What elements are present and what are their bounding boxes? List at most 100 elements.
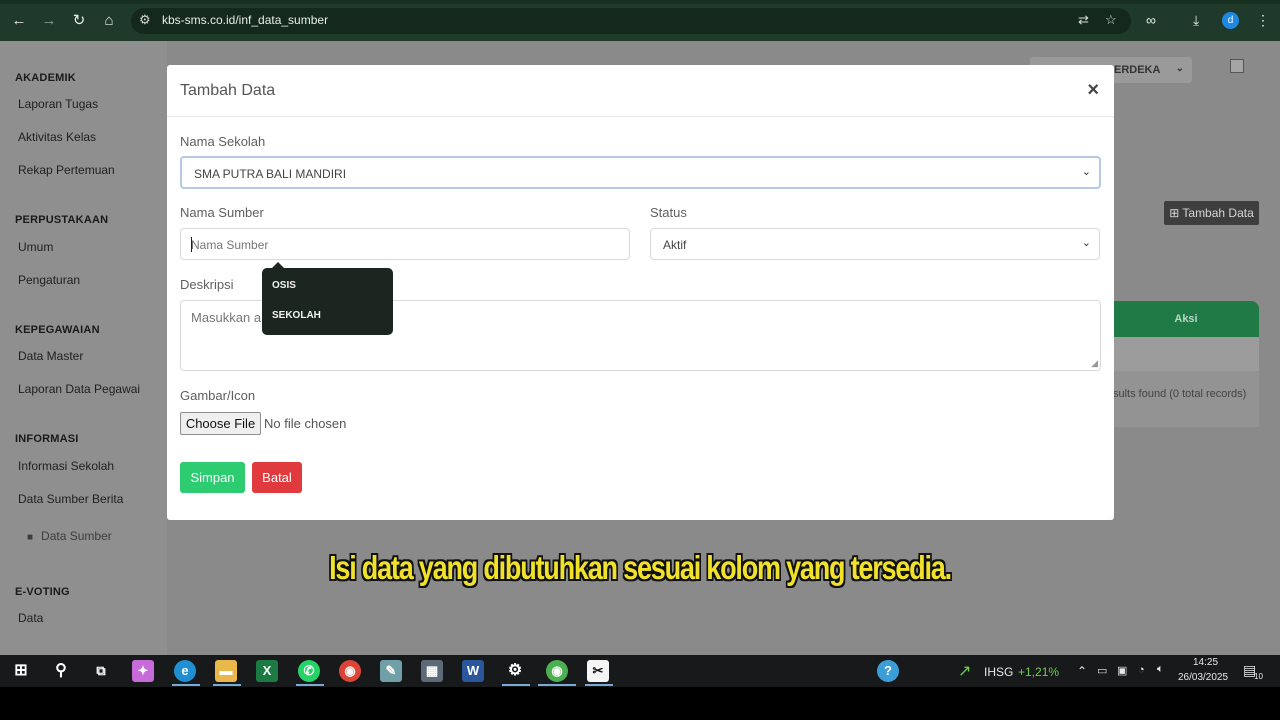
link-icon[interactable]: ∞ xyxy=(1146,12,1156,28)
sidebar-item-laporan-tugas[interactable]: Laporan Tugas xyxy=(18,97,98,111)
autocomplete-option-sekolah[interactable]: SEKOLAH xyxy=(272,310,321,321)
site-settings-icon[interactable]: ⚙ xyxy=(139,12,151,28)
sidebar-item-informasi-sekolah[interactable]: Informasi Sekolah xyxy=(18,459,114,473)
search-icon[interactable]: ⚲ xyxy=(50,660,72,682)
tambah-data-label: Tambah Data xyxy=(1182,206,1254,220)
stock-chart-icon: ↗ xyxy=(958,663,972,680)
school-year-select-label: ERDEKA xyxy=(1114,64,1161,76)
sidebar-item-data[interactable]: Data xyxy=(18,611,43,625)
sidebar-section-akademik: AKADEMIK xyxy=(15,72,76,84)
menu-icon[interactable]: ⋮ xyxy=(1256,12,1270,29)
download-icon[interactable]: ⤓ xyxy=(1193,12,1199,29)
video-subtitle: Isi data yang dibutuhkan sesuai kolom ya… xyxy=(329,549,952,586)
nama-sumber-placeholder: Nama Sumber xyxy=(191,238,269,252)
autocomplete-dropdown: OSIS SEKOLAH xyxy=(262,262,393,335)
nama-sumber-label: Nama Sumber xyxy=(180,205,264,220)
file-status-text: No file chosen xyxy=(264,416,347,431)
chrome-icon[interactable]: ◉ xyxy=(339,660,361,682)
whatsapp-icon[interactable]: ✆ xyxy=(298,660,320,682)
nama-sekolah-value: SMA PUTRA BALI MANDIRI xyxy=(194,167,347,181)
sidebar-section-e-voting: E-VOTING xyxy=(15,586,70,598)
sidebar-item-rekap-pertemuan[interactable]: Rekap Pertemuan xyxy=(18,163,115,177)
translate-icon[interactable]: ⇄ xyxy=(1078,12,1089,28)
sidebar-item-data-sumber-berita[interactable]: Data Sumber Berita xyxy=(18,492,123,506)
status-select[interactable]: Aktif ⌄ xyxy=(650,228,1100,260)
trash-icon: ■ xyxy=(27,532,34,543)
ihsg-label: IHSG xyxy=(984,665,1014,679)
sidebar-item-aktivitas-kelas[interactable]: Aktivitas Kelas xyxy=(18,130,96,144)
windows-start-icon[interactable]: ⊞ xyxy=(10,660,32,682)
autocomplete-option-osis[interactable]: OSIS xyxy=(272,280,296,291)
reload-icon[interactable]: ↻ xyxy=(70,12,88,30)
status-value: Aktif xyxy=(663,238,687,252)
batal-button[interactable]: Batal xyxy=(252,462,302,493)
sidebar-subitem-data-sumber[interactable]: ■ Data Sumber xyxy=(27,529,112,543)
home-icon[interactable]: ⌂ xyxy=(100,12,118,30)
explorer-running-indicator xyxy=(213,684,241,686)
chevron-down-icon: ⌄ xyxy=(1081,166,1091,178)
deskripsi-label: Deskripsi xyxy=(180,277,234,292)
volume-icon[interactable]: 🔈︎ xyxy=(1157,663,1164,676)
settings-gear-icon[interactable]: ⚙ xyxy=(504,660,526,682)
nama-sekolah-label: Nama Sekolah xyxy=(180,134,266,149)
back-icon[interactable]: ← xyxy=(10,12,28,30)
modal-header: Tambah Data × xyxy=(167,65,1114,117)
deskripsi-placeholder: Masukkan a xyxy=(191,310,262,325)
address-bar[interactable]: ⚙ kbs-sms.co.id/inf_data_sumber ⇄ ☆ xyxy=(131,8,1131,34)
notification-count: 10 xyxy=(1254,672,1263,681)
resize-grip-icon[interactable]: ◢ xyxy=(1091,358,1098,369)
table-header-aksi: Aksi xyxy=(1113,301,1259,337)
word-icon[interactable]: W xyxy=(462,660,484,682)
capcut-icon[interactable]: ✂ xyxy=(587,660,609,682)
copilot-icon[interactable]: ✦ xyxy=(132,660,154,682)
sidebar-section-kepegawaian: KEPEGAWAIAN xyxy=(15,324,100,336)
battery-icon[interactable]: ▭ xyxy=(1097,664,1107,677)
edge-running-indicator xyxy=(172,684,200,686)
chrome-profile-icon[interactable]: ◉ xyxy=(546,660,568,682)
url-text: kbs-sms.co.id/inf_data_sumber xyxy=(162,13,329,27)
sidebar-item-pengaturan[interactable]: Pengaturan xyxy=(18,273,80,287)
whatsapp-running-indicator xyxy=(296,684,324,686)
letterbox-bar xyxy=(0,687,1280,720)
sidebar-subitem-label: Data Sumber xyxy=(41,529,112,543)
choose-file-button[interactable]: Choose File xyxy=(180,412,261,435)
sidebar-item-data-master[interactable]: Data Master xyxy=(18,349,83,363)
ihsg-change: +1,21% xyxy=(1018,665,1060,679)
sidebar-item-umum[interactable]: Umum xyxy=(18,240,53,254)
close-icon[interactable]: × xyxy=(1087,79,1099,102)
sidebar-section-perpustakaan: PERPUSTAKAAN xyxy=(15,214,109,226)
wifi-icon[interactable]: ◔ xyxy=(1138,664,1145,676)
notepad-icon[interactable]: ✎ xyxy=(380,660,402,682)
table-filter-row xyxy=(1113,337,1259,371)
tab-strip xyxy=(0,0,1280,4)
modal-title: Tambah Data xyxy=(180,82,276,99)
results-count-text: sults found (0 total records) xyxy=(1113,388,1247,400)
help-icon[interactable]: ? xyxy=(877,660,899,682)
table-empty-state: sults found (0 total records) xyxy=(1113,371,1259,427)
tambah-data-button[interactable]: ⊞ Tambah Data xyxy=(1164,201,1259,225)
sidebar-item-laporan-data-pegawai[interactable]: Laporan Data Pegawai xyxy=(18,382,140,396)
clock-date[interactable]: 26/03/2025 xyxy=(1178,672,1228,683)
simpan-button[interactable]: Simpan xyxy=(180,462,245,493)
bookmark-star-icon[interactable]: ☆ xyxy=(1105,12,1117,28)
network-adapter-icon[interactable]: ▣ xyxy=(1117,664,1127,677)
calculator-icon[interactable]: ▦ xyxy=(421,660,443,682)
task-view-icon[interactable]: ⧉ xyxy=(90,660,112,682)
chrome-active-indicator xyxy=(538,684,576,686)
forward-icon[interactable]: → xyxy=(40,12,58,30)
profile-avatar[interactable]: d xyxy=(1222,12,1239,29)
excel-icon[interactable]: X xyxy=(256,660,278,682)
chevron-down-icon: ⌄ xyxy=(1081,237,1091,249)
user-image-icon[interactable] xyxy=(1230,59,1244,73)
settings-running-indicator xyxy=(502,684,530,686)
browser-toolbar: ← → ↻ ⌂ ⚙ kbs-sms.co.id/inf_data_sumber … xyxy=(0,0,1280,41)
status-label: Status xyxy=(650,205,687,220)
chevron-up-icon[interactable]: ⌃ xyxy=(1077,664,1087,678)
file-explorer-icon[interactable]: ▬ xyxy=(215,660,237,682)
capcut-running-indicator xyxy=(585,684,613,686)
clock-time[interactable]: 14:25 xyxy=(1193,657,1218,668)
edge-icon[interactable]: e xyxy=(174,660,196,682)
nama-sekolah-select[interactable]: SMA PUTRA BALI MANDIRI ⌄ xyxy=(180,156,1101,189)
gambar-icon-label: Gambar/Icon xyxy=(180,388,256,403)
nama-sumber-input[interactable]: Nama Sumber xyxy=(180,228,630,260)
